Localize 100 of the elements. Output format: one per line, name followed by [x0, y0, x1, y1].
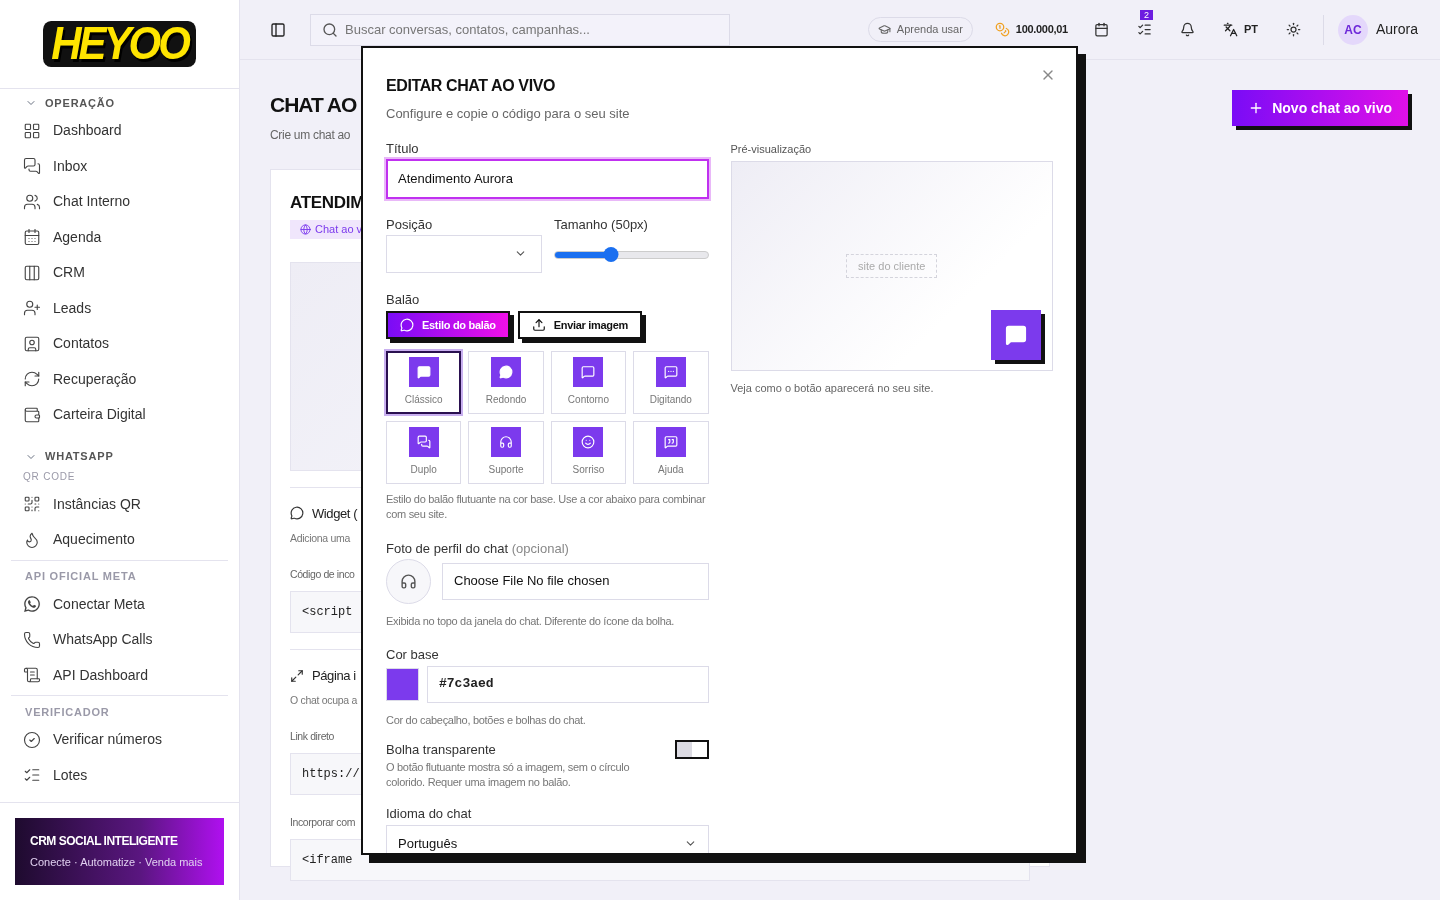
flame-icon: [23, 530, 41, 549]
sun-icon[interactable]: [1285, 22, 1301, 37]
contact-card-icon: [23, 334, 41, 353]
field-label: Cor base: [386, 646, 440, 663]
sidebar-item[interactable]: Carteira Digital: [11, 397, 228, 433]
file-field[interactable]: Choose File No file chosen: [442, 562, 709, 600]
sidebar-item[interactable]: API Dashboard: [11, 657, 228, 693]
sidebar-item[interactable]: Leads: [11, 290, 228, 326]
field-label: Posição: [386, 216, 434, 233]
sidebar-item[interactable]: Instâncias QR: [11, 486, 228, 522]
hint-text: Cor do cabeçalho, botões e bolhas do chat.: [386, 712, 587, 728]
sidebar-item[interactable]: Recuperação: [11, 361, 228, 397]
dialog-subtitle: Configure e copie o código para o seu site: [386, 105, 631, 123]
chat-bubbles-icon: [23, 157, 41, 176]
toggle-switch[interactable]: [674, 739, 709, 759]
section-description: Adiciona uma: [290, 531, 351, 546]
checklist-icon[interactable]: [1136, 22, 1152, 37]
title-field[interactable]: Atendimento Aurora: [386, 158, 709, 199]
sidebar-item[interactable]: Conectar Meta: [11, 586, 228, 622]
field-label: Código de inco: [290, 567, 355, 580]
sidebar-item[interactable]: Contatos: [11, 326, 228, 362]
color-field[interactable]: #7c3aed: [427, 665, 709, 703]
qr-code-icon: [23, 495, 41, 514]
dialog-title: EDITAR CHAT AO VIVO: [386, 76, 556, 96]
chat-bubble-icon: [400, 317, 414, 332]
language-select[interactable]: Português: [386, 824, 709, 853]
search-field[interactable]: Buscar conversas, contatos, campanhas...: [310, 13, 730, 46]
globe-icon: [300, 223, 311, 235]
sidebar-item[interactable]: Aquecimento: [11, 522, 228, 558]
sidebar-item[interactable]: Agenda: [11, 219, 228, 255]
bubble-style-option[interactable]: Contorno: [550, 350, 627, 414]
wallet-icon: [23, 405, 41, 424]
user-plus-icon: [23, 299, 41, 318]
field-label: Link direto: [290, 730, 335, 742]
slider-thumb[interactable]: [603, 247, 619, 262]
sidebar-item[interactable]: Inbox: [11, 148, 228, 184]
bell-icon[interactable]: [1179, 22, 1195, 37]
scroll-icon: [23, 666, 41, 685]
section-title: Widget (: [312, 504, 358, 523]
count-badge: 2: [1139, 10, 1153, 20]
bubble-style-option[interactable]: Digitando: [633, 350, 709, 414]
hint-text: O botão flutuante mostra só a imagem, sem o círculo colorido. Requer uma imagem no balão.: [386, 759, 631, 790]
sidebar-item[interactable]: Chat Interno: [11, 184, 228, 220]
hint-text: Estilo do balão flutuante na cor base. Use a cor abaixo para combinar com seu site.: [386, 491, 707, 522]
headset-icon: [499, 434, 514, 449]
bubble-style-option[interactable]: Duplo: [386, 420, 462, 484]
chat-bubble-icon: [290, 506, 304, 521]
headset-icon: [400, 572, 417, 590]
bubble-style-option[interactable]: Clássico: [386, 350, 462, 414]
smile-icon: [581, 434, 596, 449]
color-swatch[interactable]: [386, 667, 419, 701]
page-subtitle: Crie um chat ao: [270, 127, 351, 144]
calendar-icon: [23, 228, 41, 247]
phone-icon: [23, 630, 41, 649]
field-label: Título: [386, 140, 420, 157]
hint-text: Exibida no topo da janela do chat. Diferente do ícone da bolha.: [386, 613, 676, 629]
round-bubble-icon: [499, 364, 514, 379]
square-bubble-icon: [1005, 323, 1027, 346]
double-bubble-icon: [416, 434, 431, 449]
credits-amount: 100.000,01: [1015, 22, 1068, 38]
users-icon: [23, 192, 41, 211]
field-label: Balão: [386, 291, 421, 308]
sidebar-item[interactable]: WhatsApp Calls: [11, 622, 228, 658]
bubble-style-option[interactable]: Redondo: [468, 350, 544, 414]
grid-icon: [23, 121, 41, 140]
sidebar-item[interactable]: CRM: [11, 255, 228, 291]
user-name: Aurora: [1375, 20, 1418, 39]
field-label: Idioma do chat: [386, 805, 473, 822]
typing-bubble-icon: [663, 364, 678, 379]
field-label: Tamanho (50px): [554, 216, 649, 233]
page-title: CHAT AO: [270, 92, 357, 118]
upload-icon: [531, 317, 546, 332]
section-description: O chat ocupa a: [290, 693, 357, 709]
section-title[interactable]: WHATSAPP: [45, 448, 114, 465]
coins-icon: [994, 22, 1010, 37]
search-icon: [322, 21, 338, 38]
sidebar-item[interactable]: Verificar números: [11, 722, 228, 758]
preview-caption: Veja como o botão aparecerá no seu site.: [730, 380, 935, 396]
bubble-style-option[interactable]: Suporte: [468, 420, 544, 484]
field-label: Pré-visualização: [730, 141, 813, 157]
language-button[interactable]: PT: [1222, 21, 1258, 38]
chat-phone-icon: [23, 595, 41, 614]
size-slider[interactable]: [554, 246, 709, 263]
promo-text: Conecte · Automatize · Venda mais: [30, 855, 204, 871]
sidebar-item[interactable]: Lotes: [11, 757, 228, 793]
field-label: Foto de perfil do chat (opcional): [386, 540, 570, 557]
calendar-icon[interactable]: [1093, 22, 1109, 37]
bubble-style-option[interactable]: Ajuda: [633, 420, 709, 484]
refresh-icon: [23, 370, 41, 389]
section-title[interactable]: OPERAÇÃO: [45, 94, 115, 112]
avatar[interactable]: AC: [1337, 14, 1368, 45]
logo: HEYOO: [43, 20, 196, 68]
sidebar-item[interactable]: Dashboard: [11, 113, 228, 149]
square-bubble-icon: [416, 364, 431, 379]
bubble-style-option[interactable]: Sorriso: [550, 420, 627, 484]
sidebar-toggle-icon[interactable]: [270, 21, 286, 38]
section-title: Página i: [312, 666, 356, 685]
placeholder-label: site do cliente: [846, 253, 938, 278]
outline-bubble-icon: [581, 364, 596, 379]
columns-icon: [23, 263, 41, 282]
